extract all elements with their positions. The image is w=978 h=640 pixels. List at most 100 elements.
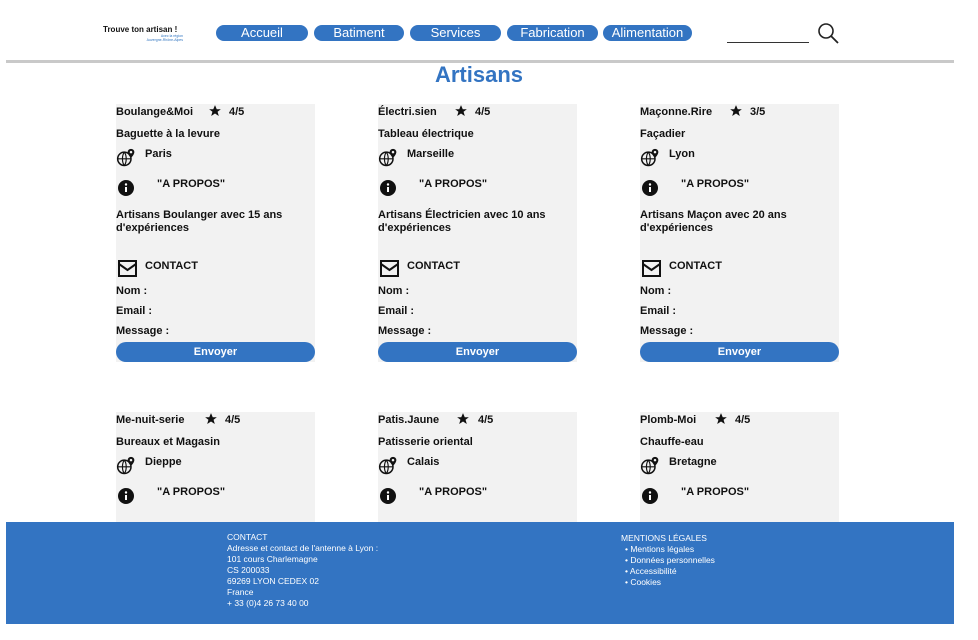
- star-icon: [209, 105, 221, 116]
- artisan-card: Maçonne.Rire 3/5 Façadier Lyon "A PROPOS…: [640, 104, 839, 362]
- footer-link-mentions[interactable]: Mentions légales: [625, 544, 715, 555]
- nav-accueil[interactable]: Accueil: [216, 25, 308, 41]
- search-icon[interactable]: [817, 22, 839, 44]
- info-icon: [380, 488, 396, 504]
- info-icon: [642, 488, 658, 504]
- name-field-label: Nom :: [640, 285, 672, 297]
- star-icon: [205, 413, 217, 424]
- artisan-name: Plomb-Moi: [640, 414, 697, 426]
- footer-contact-line: 101 cours Charlemagne: [227, 554, 318, 564]
- artisan-name: Boulange&Moi: [116, 106, 193, 118]
- about-label[interactable]: "A PROPOS": [157, 486, 225, 498]
- artisan-specialty: Patisserie oriental: [378, 436, 473, 448]
- globe-location-icon: [640, 148, 659, 167]
- about-label[interactable]: "A PROPOS": [681, 486, 749, 498]
- footer-link-cookies[interactable]: Cookies: [625, 577, 715, 588]
- artisan-specialty: Tableau électrique: [378, 128, 474, 140]
- page-title: Artisans: [434, 62, 524, 87]
- artisan-city: Marseille: [407, 148, 455, 160]
- artisan-rating: 3/5: [750, 106, 766, 118]
- artisan-specialty: Bureaux et Magasin: [116, 436, 220, 448]
- artisan-rating: 4/5: [475, 106, 491, 118]
- name-field-label: Nom :: [116, 285, 148, 297]
- info-icon: [380, 180, 396, 196]
- mail-icon: [642, 260, 661, 277]
- globe-location-icon: [378, 456, 397, 475]
- footer-contact-line: Adresse et contact de l'antenne à Lyon :: [227, 543, 379, 553]
- star-icon: [715, 413, 727, 424]
- globe-location-icon: [116, 148, 135, 167]
- footer-legal-links: Mentions légales Données personnelles Ac…: [621, 544, 715, 588]
- send-button[interactable]: Envoyer: [378, 342, 577, 362]
- contact-label: CONTACT: [145, 260, 198, 272]
- artisan-city: Calais: [407, 456, 440, 468]
- footer-link-accessibilite[interactable]: Accessibilité: [625, 566, 715, 577]
- artisan-specialty: Façadier: [640, 128, 686, 140]
- artisan-city: Bretagne: [669, 456, 717, 468]
- artisan-city: Dieppe: [145, 456, 182, 468]
- search-input[interactable]: [727, 42, 809, 43]
- artisan-rating: 4/5: [478, 414, 494, 426]
- footer-contact-line: CS 200033: [227, 565, 270, 575]
- artisan-specialty: Baguette à la levure: [116, 128, 220, 140]
- star-icon: [457, 413, 469, 424]
- artisan-name: Patis.Jaune: [378, 414, 440, 426]
- email-field-label: Email :: [640, 305, 677, 317]
- contact-label: CONTACT: [669, 260, 722, 272]
- message-field-label: Message :: [378, 325, 432, 337]
- site-footer: CONTACT Adresse et contact de l'antenne …: [6, 522, 954, 624]
- artisan-description: Artisans Boulanger avec 15 ans d'expérie…: [116, 209, 283, 234]
- site-logo[interactable]: Trouve ton artisan ! Avec la région Auve…: [103, 25, 183, 42]
- artisan-name: Me-nuit-serie: [116, 414, 185, 426]
- mail-icon: [380, 260, 399, 277]
- message-field-label: Message :: [640, 325, 694, 337]
- artisan-specialty: Chauffe-eau: [640, 436, 704, 448]
- star-icon: [730, 105, 742, 116]
- about-label[interactable]: "A PROPOS": [419, 178, 487, 190]
- artisan-description: Artisans Maçon avec 20 ans d'expériences: [640, 209, 787, 234]
- artisan-rating: 4/5: [229, 106, 245, 118]
- artisan-description: Artisans Électricien avec 10 ans d'expér…: [378, 209, 546, 234]
- artisan-city: Lyon: [669, 148, 695, 160]
- send-button[interactable]: Envoyer: [116, 342, 315, 362]
- about-label[interactable]: "A PROPOS": [419, 486, 487, 498]
- globe-location-icon: [378, 148, 397, 167]
- message-field-label: Message :: [116, 325, 170, 337]
- send-button[interactable]: Envoyer: [640, 342, 839, 362]
- nav-fabrication[interactable]: Fabrication: [507, 25, 598, 41]
- artisan-rating: 4/5: [735, 414, 751, 426]
- logo-subtitle-2: Auvergne-Rhône-Alpes: [146, 38, 183, 42]
- footer-contact: CONTACT Adresse et contact de l'antenne …: [227, 532, 378, 609]
- info-icon: [118, 488, 134, 504]
- artisan-city: Paris: [145, 148, 172, 160]
- globe-location-icon: [640, 456, 659, 475]
- email-field-label: Email :: [378, 305, 415, 317]
- nav-services[interactable]: Services: [410, 25, 501, 41]
- name-field-label: Nom :: [378, 285, 410, 297]
- artisan-rating: 4/5: [225, 414, 241, 426]
- footer-contact-line: France: [227, 587, 254, 597]
- nav-batiment[interactable]: Batiment: [314, 25, 404, 41]
- artisan-card: Électri.sien 4/5 Tableau électrique Mars…: [378, 104, 577, 362]
- footer-legal: MENTIONS LÉGALES Mentions légales Donnée…: [621, 533, 715, 588]
- email-field-label: Email :: [116, 305, 153, 317]
- info-icon: [118, 180, 134, 196]
- artisan-card: Me-nuit-serie 4/5 Bureaux et Magasin Die…: [116, 412, 315, 522]
- artisan-card: Plomb-Moi 4/5 Chauffe-eau Bretagne "A PR…: [640, 412, 839, 522]
- nav-alimentation[interactable]: Alimentation: [603, 25, 692, 41]
- footer-contact-title: CONTACT: [227, 532, 268, 542]
- logo-title: Trouve ton artisan !: [103, 25, 178, 34]
- contact-label: CONTACT: [407, 260, 460, 272]
- footer-contact-line: 69269 LYON CEDEX 02: [227, 576, 319, 586]
- about-label[interactable]: "A PROPOS": [157, 178, 225, 190]
- artisan-card: Boulange&Moi 4/5 Baguette à la levure Pa…: [116, 104, 315, 362]
- site-header: Trouve ton artisan ! Avec la région Auve…: [0, 0, 978, 63]
- info-icon: [642, 180, 658, 196]
- star-icon: [455, 105, 467, 116]
- about-label[interactable]: "A PROPOS": [681, 178, 749, 190]
- globe-location-icon: [116, 456, 135, 475]
- footer-contact-phone[interactable]: + 33 (0)4 26 73 40 00: [227, 598, 378, 609]
- artisan-name: Maçonne.Rire: [640, 106, 713, 118]
- footer-link-donnees[interactable]: Données personnelles: [625, 555, 715, 566]
- mail-icon: [118, 260, 137, 277]
